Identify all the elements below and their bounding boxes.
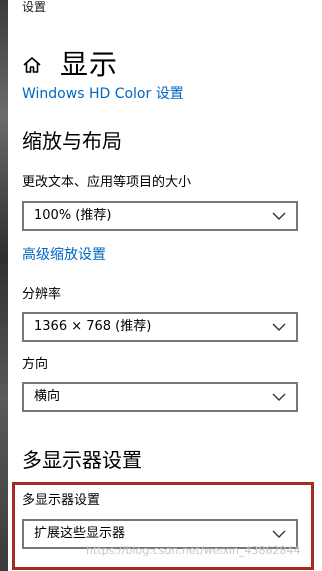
orientation-label: 方向 (22, 357, 49, 372)
home-icon[interactable] (22, 55, 42, 75)
text-size-label: 更改文本、应用等项目的大小 (22, 175, 192, 190)
scale-layout-heading: 缩放与布局 (22, 129, 122, 153)
resolution-value: 1366 × 768 (推荐) (34, 319, 152, 334)
orientation-dropdown[interactable]: 横向 (22, 382, 298, 412)
background-strip (0, 0, 8, 571)
text-size-value: 100% (推荐) (34, 208, 112, 223)
page-header: 显示 (22, 48, 118, 82)
advanced-scaling-link[interactable]: 高级缩放设置 (22, 246, 106, 264)
window-title: 设置 (22, 0, 47, 14)
orientation-value: 横向 (34, 389, 61, 404)
page-title: 显示 (60, 48, 119, 81)
chevron-down-icon (272, 393, 286, 401)
multi-display-heading: 多显示器设置 (22, 448, 142, 472)
text-size-dropdown[interactable]: 100% (推荐) (22, 201, 298, 231)
resolution-label: 分辨率 (22, 287, 62, 302)
chevron-down-icon (272, 323, 286, 331)
chevron-down-icon (272, 212, 286, 220)
resolution-dropdown[interactable]: 1366 × 768 (推荐) (22, 312, 298, 342)
hd-color-settings-link[interactable]: Windows HD Color 设置 (22, 85, 184, 103)
watermark: https://blog.csdn.net/weixin_43862844 (86, 544, 301, 557)
